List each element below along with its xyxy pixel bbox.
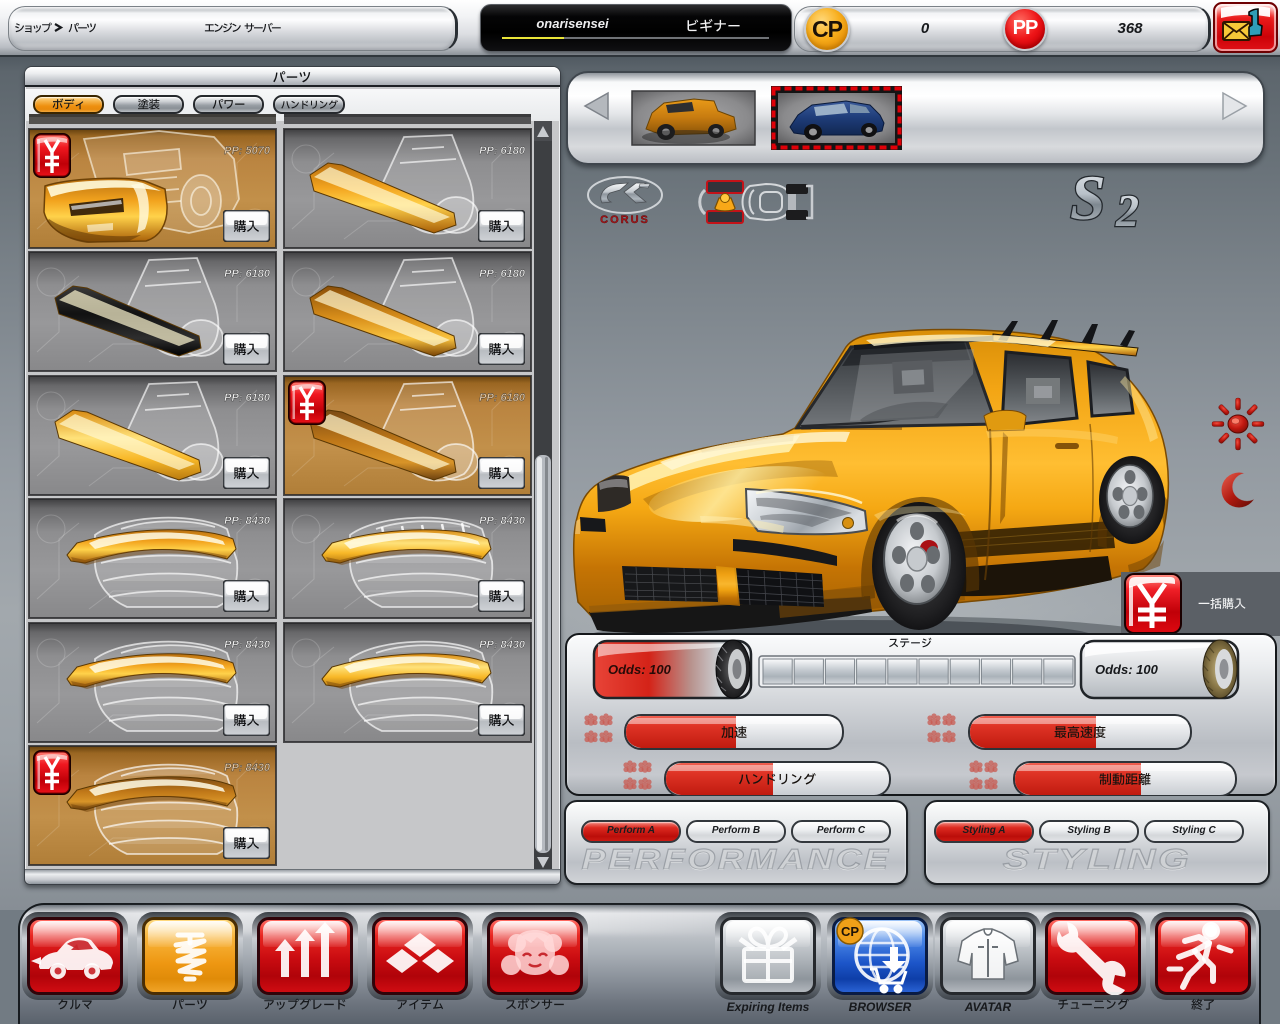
svg-text:PP: 5070: PP: 5070 — [224, 145, 271, 157]
svg-text:Odds: 100: Odds: 100 — [1095, 662, 1159, 677]
svg-text:PP: 6180: PP: 6180 — [479, 268, 526, 280]
svg-text:PP: 6180: PP: 6180 — [479, 392, 526, 404]
svg-text:PP: 8430: PP: 8430 — [479, 515, 526, 527]
svg-text:S: S — [1070, 168, 1106, 232]
svg-text:PP: 8430: PP: 8430 — [224, 762, 271, 774]
svg-text:PP: 8430: PP: 8430 — [224, 639, 271, 651]
svg-text:PP: 6180: PP: 6180 — [224, 392, 271, 404]
svg-text:PP: 8430: PP: 8430 — [224, 515, 271, 527]
svg-text:PP: 6180: PP: 6180 — [224, 268, 271, 280]
svg-text:PP: 6180: PP: 6180 — [479, 145, 526, 157]
svg-text:CORUS: CORUS — [600, 214, 650, 226]
svg-text:2: 2 — [1115, 185, 1139, 232]
svg-text:PP: 8430: PP: 8430 — [479, 639, 526, 651]
svg-text:CP: CP — [841, 924, 859, 939]
svg-text:Odds: 100: Odds: 100 — [608, 662, 672, 677]
